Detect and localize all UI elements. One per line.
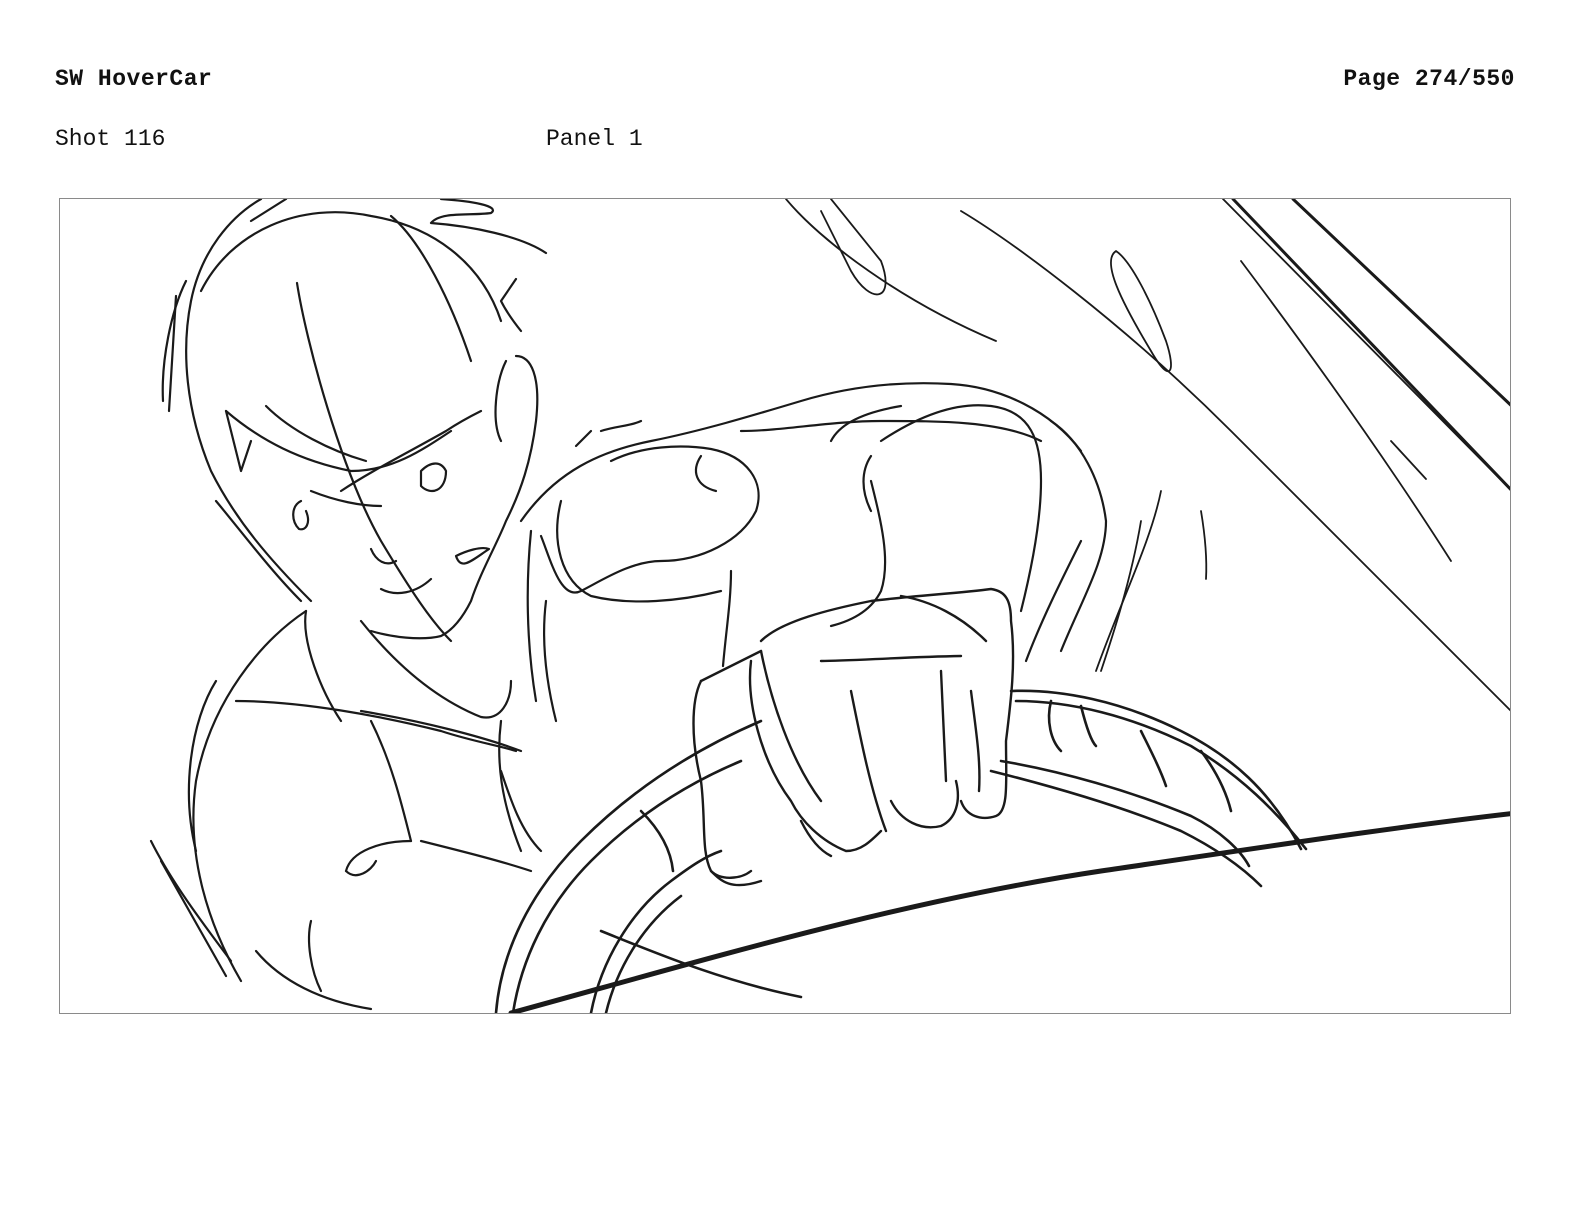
storyboard-panel bbox=[59, 198, 1511, 1014]
panel-label: Panel 1 bbox=[546, 126, 643, 152]
storyboard-title: SW HoverCar bbox=[55, 66, 213, 92]
speed-lines bbox=[785, 199, 1510, 712]
panel-sketch bbox=[149, 199, 1510, 1013]
page-number: Page 274/550 bbox=[1343, 66, 1515, 92]
character-fist bbox=[692, 587, 1015, 887]
steering-wheel bbox=[494, 689, 1308, 1013]
character-body bbox=[149, 382, 1108, 1011]
shot-label: Shot 116 bbox=[55, 126, 166, 152]
character-head bbox=[161, 199, 548, 643]
